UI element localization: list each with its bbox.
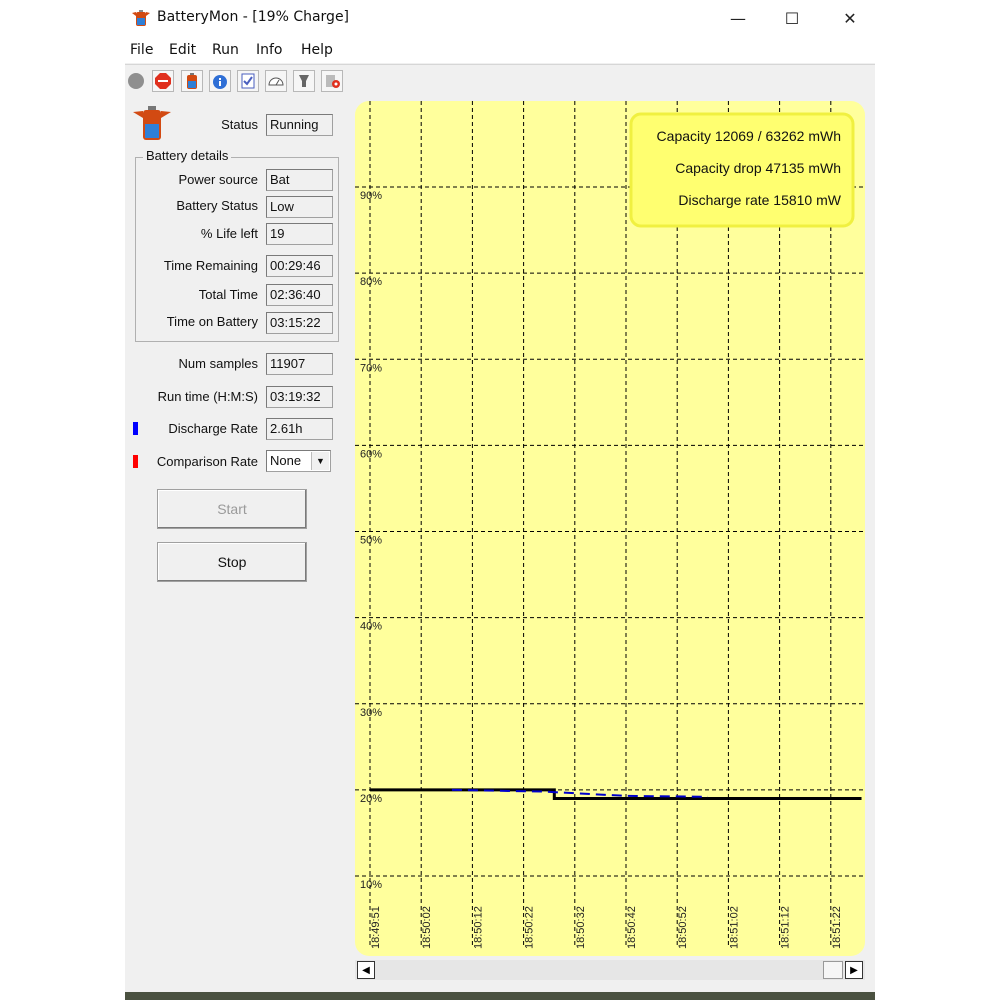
charge-line	[370, 788, 862, 800]
comparison-rate-select[interactable]: None ▼	[266, 450, 331, 472]
y-tick-label: 70%	[360, 362, 382, 374]
total-time-label: Total Time	[198, 287, 258, 302]
y-tick-label: 80%	[360, 276, 382, 288]
stop-icon	[155, 73, 171, 89]
minimize-button[interactable]: —	[715, 0, 761, 37]
discharge-rate-line	[451, 788, 708, 798]
time-on-battery-field: 03:15:22	[266, 312, 333, 334]
y-tick-label: 20%	[360, 793, 382, 805]
discharge-rate-field: 2.61h	[266, 418, 333, 440]
time-remaining-field: 00:29:46	[266, 255, 333, 277]
pin-button[interactable]	[293, 70, 315, 92]
battery-status-icon	[133, 106, 171, 140]
info-button[interactable]	[209, 70, 231, 92]
discharge-chart: 90% 80% 70% 60% 50% 40% 30% 20% 10% 18:49:51 18:50…	[355, 101, 865, 949]
stop-button[interactable]	[152, 70, 174, 92]
menu-help[interactable]: Help	[301, 42, 333, 58]
chevron-down-icon[interactable]: ▼	[311, 452, 329, 470]
chart-area: 90% 80% 70% 60% 50% 40% 30% 20% 10% 18:49:51 18:50…	[355, 101, 865, 956]
x-tick-label: 18:51:12	[780, 906, 792, 949]
start-button[interactable]: Start	[157, 489, 307, 529]
menu-run[interactable]: Run	[212, 42, 239, 58]
power-source-label: Power source	[178, 172, 258, 187]
battery-button[interactable]	[181, 70, 203, 92]
pin-icon	[299, 75, 309, 87]
window-title: BatteryMon - [19% Charge]	[157, 9, 350, 25]
checklist-icon	[241, 73, 255, 89]
battery-icon	[187, 73, 197, 89]
record-button[interactable]	[125, 70, 147, 92]
desktop-strip	[125, 992, 875, 1000]
status-label: Status	[221, 117, 258, 132]
info-text: Capacity 12069 / 63262 mWh	[657, 128, 841, 144]
discharge-rate-label: Discharge Rate	[168, 421, 258, 436]
y-tick-label: 40%	[360, 621, 382, 633]
toolbar	[125, 64, 875, 99]
life-left-field: 19	[266, 223, 333, 245]
y-tick-label: 60%	[360, 448, 382, 460]
comparison-rate-swatch	[133, 455, 138, 468]
record-icon	[128, 73, 144, 89]
horizontal-scrollbar[interactable]: ◀ ▶	[355, 960, 865, 980]
info-icon	[213, 75, 227, 89]
info-text: Capacity drop 47135 mWh	[675, 160, 841, 176]
x-tick-label: 18:50:12	[472, 906, 484, 949]
life-left-label: % Life left	[200, 226, 258, 241]
x-tick-label: 18:51:22	[831, 906, 843, 949]
menu-file[interactable]: File	[130, 42, 153, 58]
close-button[interactable]: ✕	[827, 0, 873, 37]
status-field: Running	[266, 114, 333, 136]
scroll-thumb[interactable]	[823, 961, 843, 979]
run-time-label: Run time (H:M:S)	[157, 389, 258, 404]
y-tick-label: 90%	[360, 190, 382, 202]
comparison-rate-label: Comparison Rate	[156, 454, 258, 469]
app-window: BatteryMon - [19% Charge] — ☐ ✕ File Edi…	[125, 0, 875, 1000]
y-tick-label: 30%	[360, 707, 382, 719]
app-battery-icon	[132, 10, 150, 26]
battery-details-title: Battery details	[143, 148, 232, 163]
x-tick-label: 18:51:02	[728, 906, 740, 949]
x-tick-label: 18:50:22	[524, 906, 536, 949]
scroll-left-icon[interactable]: ◀	[357, 961, 375, 979]
total-time-field: 02:36:40	[266, 284, 333, 306]
menu-info[interactable]: Info	[256, 42, 283, 58]
gauge-icon	[268, 77, 284, 86]
x-tick-label: 18:50:32	[575, 906, 587, 949]
x-tick-label: 18:49:51	[370, 906, 382, 949]
menu-edit[interactable]: Edit	[169, 42, 196, 58]
discharge-rate-swatch	[133, 422, 138, 435]
battery-status-field: Low	[266, 196, 333, 218]
battery-status-label: Battery Status	[176, 198, 258, 213]
gauge-button[interactable]	[265, 70, 287, 92]
x-tick-label: 18:50:42	[626, 906, 638, 949]
comparison-rate-value: None	[270, 453, 302, 468]
info-text: Discharge rate 15810 mW	[678, 192, 841, 208]
power-source-field: Bat	[266, 169, 333, 191]
settings-icon	[326, 75, 340, 88]
checklist-button[interactable]	[237, 70, 259, 92]
run-time-field: 03:19:32	[266, 386, 333, 408]
title-bar[interactable]: BatteryMon - [19% Charge] — ☐ ✕	[125, 0, 875, 37]
time-remaining-label: Time Remaining	[163, 258, 258, 273]
stop-button-main[interactable]: Stop	[157, 542, 307, 582]
scroll-right-icon[interactable]: ▶	[845, 961, 863, 979]
maximize-button[interactable]: ☐	[769, 0, 815, 37]
y-tick-label: 50%	[360, 535, 382, 547]
x-tick-label: 18:50:52	[677, 906, 689, 949]
num-samples-label: Num samples	[178, 356, 258, 371]
y-tick-label: 10%	[360, 879, 382, 891]
num-samples-field: 11907	[266, 353, 333, 375]
time-on-battery-label: Time on Battery	[166, 314, 258, 329]
x-tick-label: 18:50:02	[421, 906, 433, 949]
settings-button[interactable]	[321, 70, 343, 92]
